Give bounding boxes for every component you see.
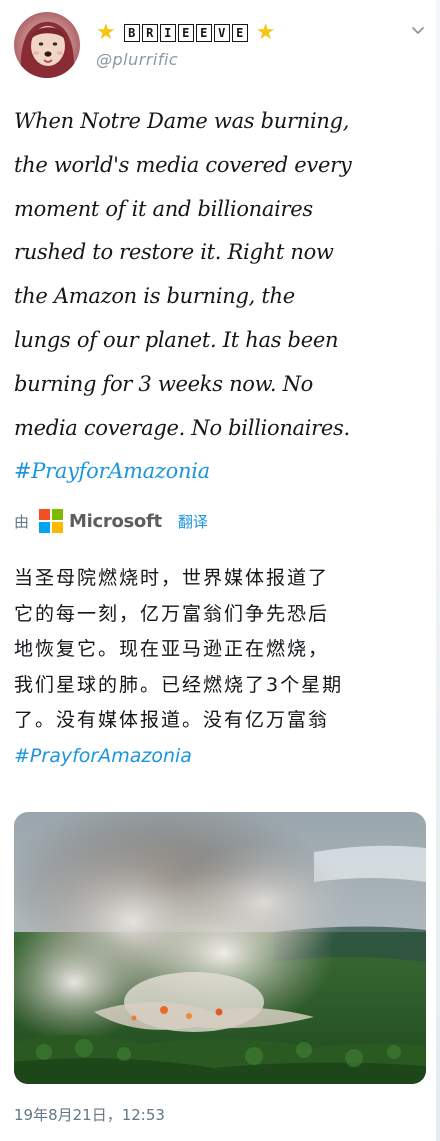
amazon-fire-photo (14, 812, 426, 1084)
tweet-timestamp[interactable]: 19年8月21日，12:53 (14, 1104, 165, 1125)
author-names: ★ B R I E E V E ★ @plurrific (96, 20, 275, 70)
display-name-letter: E (231, 24, 248, 42)
display-name-letter: E (195, 24, 212, 42)
display-name-letter: B (123, 24, 140, 42)
translated-text-block: 当圣母院燃烧时，世界媒体报道了 它的每一刻，亿万富翁们争先恐后 地恢复它。现在亚… (14, 561, 434, 775)
display-name-letter: V (213, 24, 230, 42)
tweet-body: When Notre Dame was burning, the world's… (14, 100, 414, 494)
translation-provider: Microsoft (69, 510, 162, 532)
display-name[interactable]: ★ B R I E E V E ★ (96, 20, 275, 46)
chevron-down-icon[interactable] (410, 22, 426, 38)
star-emoji-icon: ★ (255, 20, 276, 45)
display-name-letter: I (159, 24, 176, 42)
translation-attribution: 由 Microsoft 翻译 (14, 506, 208, 536)
star-emoji-icon: ★ (96, 20, 116, 45)
translated-text: 当圣母院燃烧时，世界媒体报道了 它的每一刻，亿万富翁们争先恐后 地恢复它。现在亚… (14, 567, 344, 732)
avatar[interactable] (14, 12, 80, 78)
display-name-letters: B R I E E V E (123, 24, 248, 42)
tweet-header: ★ B R I E E V E ★ @plurrific (14, 12, 426, 82)
translate-link[interactable]: 翻译 (178, 511, 208, 532)
hashtag-link[interactable]: #PrayforAmazonia (14, 459, 210, 483)
right-edge-divider (436, 0, 440, 1141)
display-name-letter: R (141, 24, 158, 42)
translated-by-label: 由 (14, 512, 30, 531)
display-name-letter: E (177, 24, 194, 42)
author-handle[interactable]: @plurrific (96, 50, 275, 69)
microsoft-logo-icon (39, 509, 64, 533)
avatar-image (14, 12, 80, 78)
tweet-text: When Notre Dame was burning, the world's… (14, 109, 352, 440)
tweet-photo[interactable] (14, 812, 426, 1084)
translated-hashtag-link[interactable]: #PrayforAmazonia (14, 745, 192, 767)
